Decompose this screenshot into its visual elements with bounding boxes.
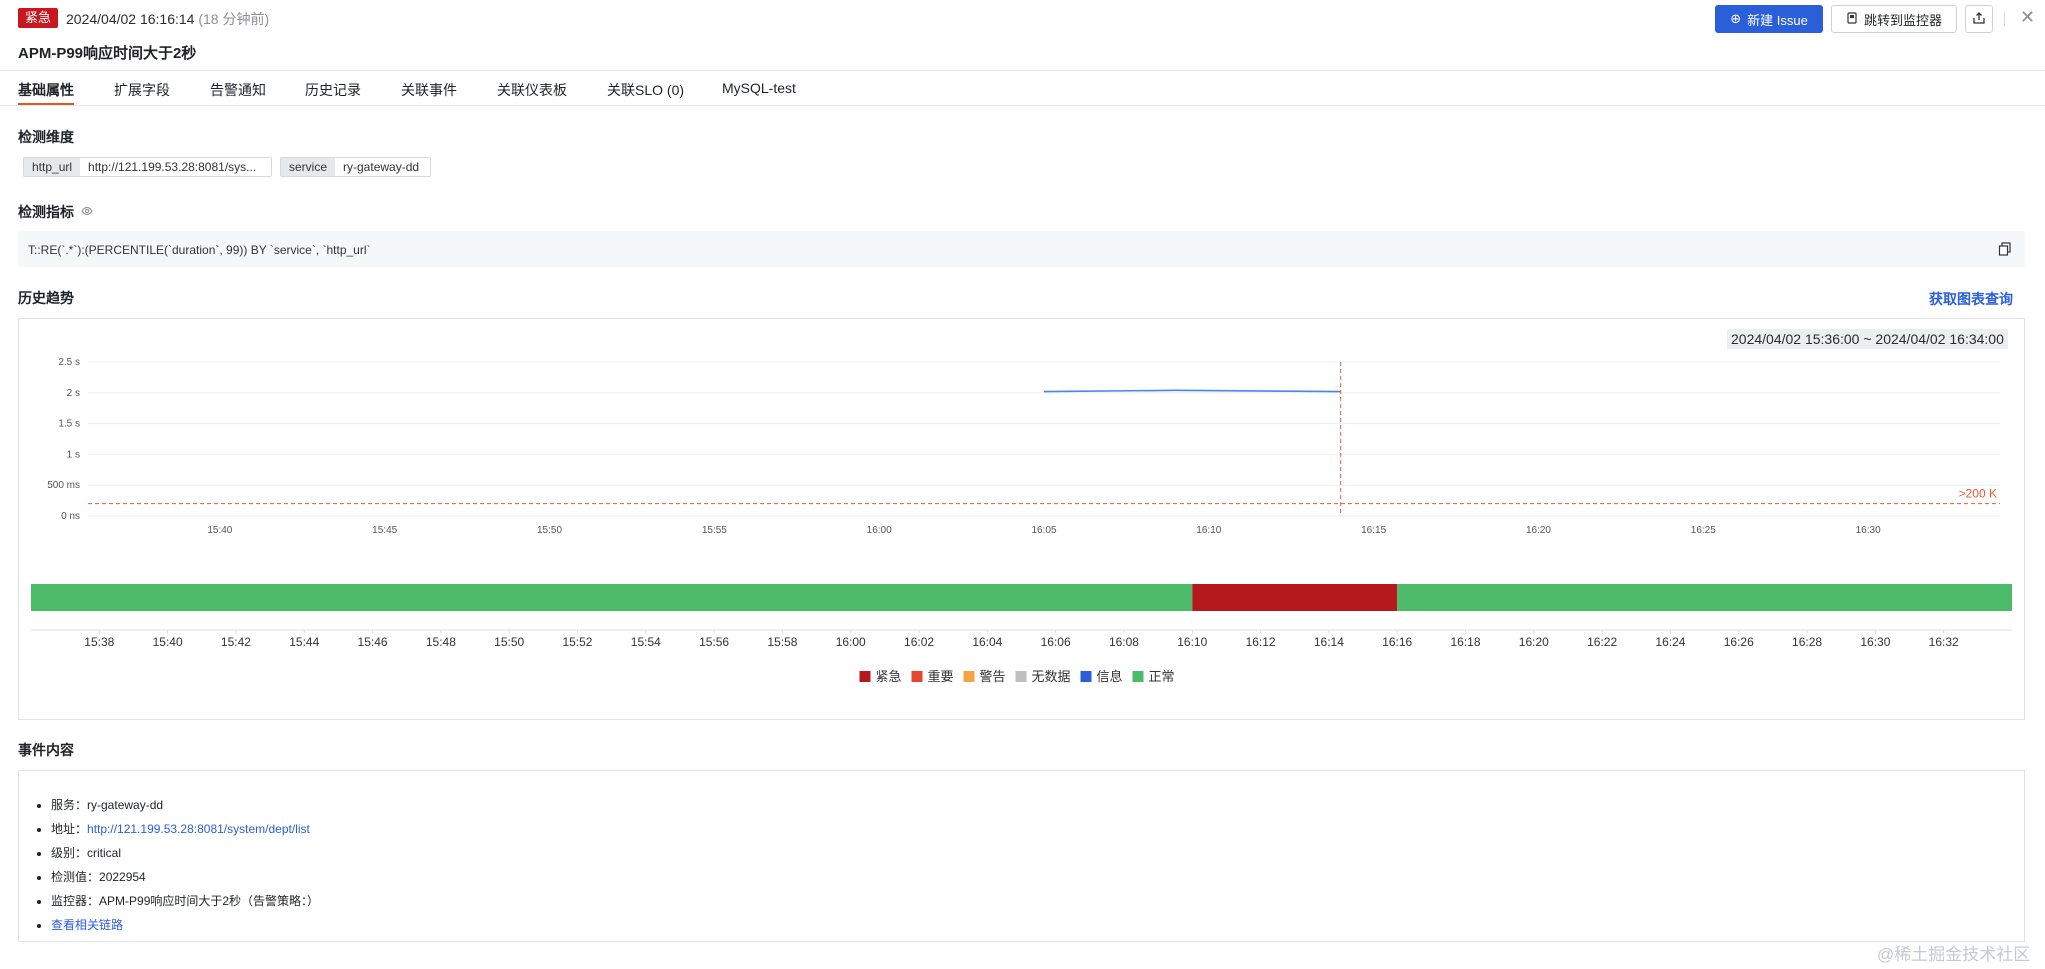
status-chart: 15:38 15:40 15:42 15:44 15:46 15:48 15:50 15:52… [31,584,2012,684]
event-item-label: 监控器： [51,894,100,908]
legend-label: 信息 [1097,669,1123,684]
list-item: 级别：critical [51,841,319,865]
legend-label: 重要 [928,669,954,684]
status-segment [31,584,1193,611]
x-tick-label: 15:50 [494,635,524,649]
event-item-value: 2022954 [99,870,146,884]
legend-swatch [911,671,923,682]
x-tick-label: 15:55 [702,525,727,536]
x-tick-label: 15:56 [699,635,729,649]
x-tick-label: 16:20 [1519,635,1549,649]
list-item: 服务：ry-gateway-dd [51,793,319,817]
list-item: 监控器：APM-P99响应时间大于2秒（告警策略：） [51,889,319,913]
x-tick-label: 15:44 [289,635,319,649]
line-chart: 0 ns 500 ms 1 s 1.5 s 2 s 2.5 s 15:40 15:45 15:5… [47,357,2000,536]
x-tick-label: 15:38 [84,635,114,649]
x-tick-label: 16:06 [1041,635,1071,649]
x-tick-label: 15:45 [372,525,397,536]
y-tick-label: 500 ms [47,480,80,491]
legend-swatch [1132,671,1144,682]
series-line [1043,389,1341,393]
x-tick-label: 16:22 [1587,635,1617,649]
y-tick-label: 2.5 s [58,357,80,368]
x-tick-label: 16:12 [1246,635,1276,649]
x-tick-label: 15:40 [207,525,232,536]
x-tick-label: 16:10 [1177,635,1207,649]
legend-label: 紧急 [876,669,902,684]
event-item-value: APM-P99响应时间大于2秒（告警策略：） [99,894,320,908]
event-item-label: 检测值： [51,870,100,884]
x-tick-label: 16:00 [867,525,892,536]
x-tick-label: 16:00 [836,635,866,649]
x-tick-label: 15:40 [153,635,183,649]
x-tick-label: 16:08 [1109,635,1139,649]
event-item-label: 级别： [51,846,88,860]
status-segment [1397,584,2012,611]
event-item-value: critical [87,846,122,860]
y-tick-label: 1.5 s [58,419,80,430]
legend-label: 无数据 [1032,669,1071,684]
y-tick-label: 0 ns [61,511,80,522]
x-tick-label: 16:10 [1196,525,1221,536]
x-tick-label: 15:46 [358,635,388,649]
x-tick-label: 16:30 [1860,635,1890,649]
y-tick-label: 1 s [67,449,80,460]
view-related-traces-link[interactable]: 查看相关链路 [51,918,123,932]
x-tick-label: 16:05 [1031,525,1056,536]
x-tick-label: 15:54 [631,635,661,649]
x-tick-label: 15:58 [767,635,797,649]
event-url-link[interactable]: http://121.199.53.28:8081/system/dept/li… [87,822,310,836]
x-tick-label: 16:24 [1655,635,1685,649]
x-tick-label: 16:16 [1382,635,1412,649]
legend-swatch [859,671,871,682]
legend-swatch [1080,671,1092,682]
event-item-value: ry-gateway-dd [87,798,164,812]
event-title: 事件内容 [18,742,74,758]
x-tick-label: 16:14 [1314,635,1344,649]
watermark: @稀土掘金技术社区 [1877,945,2031,964]
list-item: 地址：http://121.199.53.28:8081/system/dept… [51,817,319,841]
threshold-label: >200 K [1959,487,1997,501]
x-tick-label: 16:28 [1792,635,1822,649]
x-tick-label: 16:20 [1526,525,1551,536]
status-segment [1192,584,1398,611]
list-item: 检测值：2022954 [51,865,319,889]
legend-label: 警告 [980,669,1006,684]
x-tick-label: 15:48 [426,635,456,649]
event-item-label: 地址： [51,822,88,836]
x-tick-label: 15:50 [537,525,562,536]
x-tick-label: 16:18 [1451,635,1481,649]
event-item-label: 服务： [51,798,88,812]
x-tick-label: 15:52 [562,635,592,649]
x-tick-label: 16:26 [1724,635,1754,649]
event-content-list: 服务：ry-gateway-dd 地址：http://121.199.53.28… [31,793,319,937]
x-tick-label: 16:04 [972,635,1002,649]
legend-swatch [963,671,975,682]
x-tick-label: 16:25 [1691,525,1716,536]
y-tick-label: 2 s [67,388,80,399]
list-item: 查看相关链路 [51,913,319,937]
x-tick-label: 15:42 [221,635,251,649]
legend-label: 正常 [1149,669,1175,684]
x-tick-label: 16:30 [1856,525,1881,536]
x-tick-label: 16:15 [1361,525,1386,536]
event-content-box [18,770,2025,942]
legend-swatch [1015,671,1027,682]
x-tick-label: 16:32 [1929,635,1959,649]
x-tick-label: 16:02 [904,635,934,649]
